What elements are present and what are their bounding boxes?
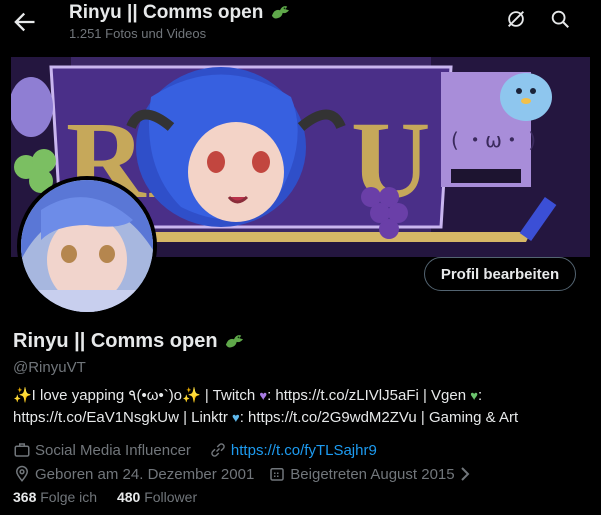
following-label: Folge ich — [40, 489, 98, 505]
bio-text-3: : — [477, 387, 483, 404]
profile-meta-row-1: Social Media Influencer https://t.co/fyT… — [13, 441, 377, 459]
bio-text-4: https://t.co/EaV1NsgkUw | Linktr — [13, 409, 232, 426]
banner-kaomoji: ( ・ω・ ) — [451, 128, 536, 152]
green-heart-icon: ♥ — [470, 388, 478, 403]
profile-birthday: Geboren am 24. Dezember 2001 — [35, 465, 255, 483]
profile-meta-row-2: Geboren am 24. Dezember 2001 Beigetreten… — [13, 465, 471, 483]
following-link[interactable]: 368 Folge ich — [13, 489, 97, 505]
chevron-right-icon[interactable] — [459, 466, 471, 482]
followers-count: 480 — [116, 489, 141, 505]
following-count: 368 — [13, 489, 37, 505]
header-title: Rinyu || Comms open — [69, 2, 291, 24]
purple-heart-icon: ♥ — [259, 388, 268, 403]
back-arrow-icon[interactable] — [10, 8, 38, 36]
search-icon[interactable] — [549, 8, 571, 30]
location-pin-icon — [15, 465, 29, 482]
grok-icon[interactable] — [505, 8, 527, 30]
profile-joined: Beigetreten August 2015 — [290, 465, 455, 483]
dragon-emoji-icon — [271, 6, 289, 19]
profile-handle: @RinyuVT — [13, 359, 86, 376]
header-title-text: Rinyu || Comms open — [69, 2, 264, 23]
avatar[interactable] — [17, 176, 157, 316]
avatar-artwork-icon — [21, 180, 153, 312]
followers-label: Follower — [144, 489, 198, 505]
blue-heart-icon: ♥ — [231, 410, 240, 425]
bio-text-1: ✨I love yapping ٩(•ω•`)o✨ | Twitch — [13, 387, 260, 404]
header-subtitle: 1.251 Fotos und Videos — [69, 26, 207, 41]
profile-category: Social Media Influencer — [35, 441, 191, 459]
bio-text-2: : https://t.co/zLIVlJ5aFi | Vgen — [267, 387, 471, 404]
briefcase-icon — [14, 443, 30, 457]
top-bar: Rinyu || Comms open 1.251 Fotos und Vide… — [0, 0, 601, 53]
followers-link[interactable]: 480 Follower — [117, 489, 197, 505]
profile-name-text: Rinyu || Comms open — [13, 330, 218, 352]
dragon-emoji-icon — [226, 335, 244, 348]
follow-stats: 368 Folge ich 480 Follower — [13, 489, 197, 505]
edit-profile-button[interactable]: Profil bearbeiten — [424, 257, 576, 291]
profile-name: Rinyu || Comms open — [13, 330, 245, 353]
profile-website-link[interactable]: https://t.co/fyTLSajhr9 — [231, 442, 377, 459]
profile-bio: ✨I love yapping ٩(•ω•`)o✨ | Twitch ♥: ht… — [13, 385, 588, 429]
link-icon — [211, 443, 225, 457]
calendar-icon — [270, 468, 285, 481]
bio-text-5: : https://t.co/2G9wdM2ZVu | Gaming & Art — [239, 409, 519, 426]
